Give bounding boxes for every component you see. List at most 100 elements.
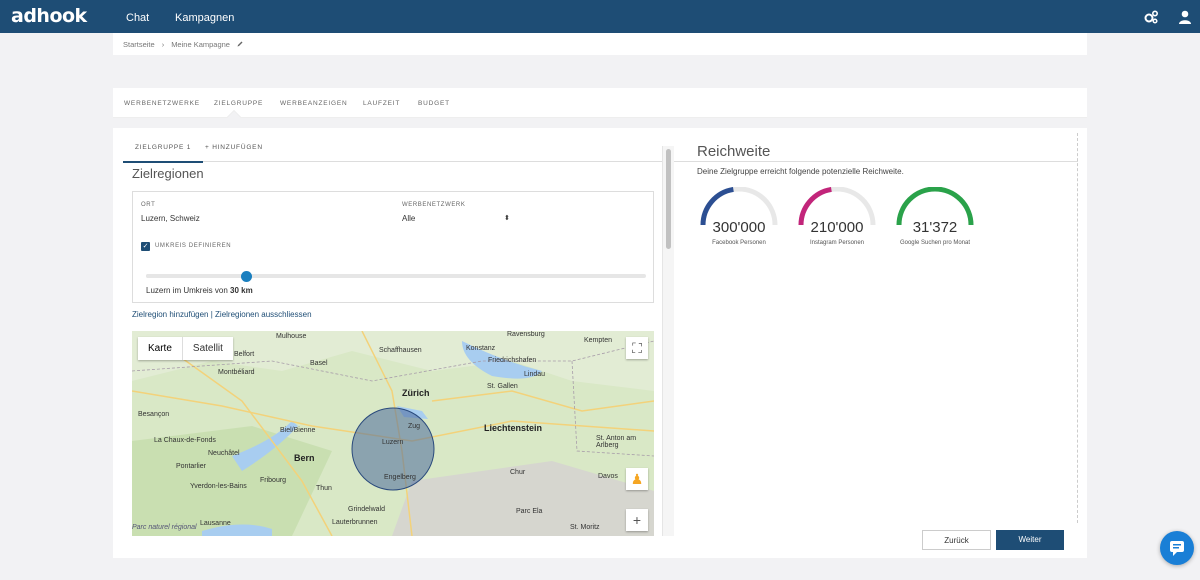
header-band bbox=[113, 55, 1087, 88]
map-label: Ravensburg bbox=[507, 331, 545, 338]
map-label: Zug bbox=[408, 423, 421, 430]
map-label: Luzern bbox=[382, 439, 404, 446]
top-bar: adhook Chat Kampagnen bbox=[0, 0, 1200, 33]
step-nav: Werbenetzwerke Zielgruppe Werbeanzeigen … bbox=[113, 88, 1087, 125]
tab-werbeanzeigen[interactable]: Werbeanzeigen bbox=[280, 100, 347, 107]
select-arrows-icon: ⬍ bbox=[504, 215, 510, 222]
region-links: Zielregion hinzufügen | Zielregionen aus… bbox=[132, 310, 312, 319]
network-select-value: Alle bbox=[402, 214, 416, 223]
map-label: Engelberg bbox=[384, 474, 416, 481]
map-label: Parc naturel régional bbox=[132, 524, 197, 531]
map-label: Schaffhausen bbox=[379, 347, 422, 354]
map-type-toggle: Karte Satellit bbox=[138, 337, 233, 360]
next-button[interactable]: Weiter bbox=[996, 530, 1064, 550]
gauge-value: 210'000 bbox=[810, 219, 864, 236]
ort-label: Ort bbox=[141, 202, 156, 208]
gauge-instagram: 210'000 Instagram Personen bbox=[797, 187, 877, 257]
regions-panel: Zielregionen Ort Luzern, Schweiz Werbene… bbox=[132, 166, 655, 536]
map-label: Lauterbrunnen bbox=[332, 519, 378, 526]
scrollbar[interactable] bbox=[662, 146, 674, 536]
map-label: Liechtenstein bbox=[484, 423, 543, 433]
map-label: Konstanz bbox=[466, 345, 496, 352]
nav-chat[interactable]: Chat bbox=[126, 12, 149, 24]
map-label: La Chaux-de-Fonds bbox=[154, 437, 216, 444]
chat-bubble-icon[interactable] bbox=[1160, 531, 1194, 565]
radius-slider-fill bbox=[146, 274, 246, 278]
column-divider bbox=[1077, 133, 1078, 523]
add-audience-button[interactable]: + Hinzufügen bbox=[205, 144, 263, 151]
map-label: Bern bbox=[294, 453, 315, 463]
breadcrumb-campaign[interactable]: Meine Kampagne bbox=[171, 40, 230, 49]
exclude-region-link[interactable]: Zielregionen ausschliessen bbox=[215, 310, 312, 319]
gauge-label: Google Suchen pro Monat bbox=[899, 240, 971, 246]
map[interactable]: Karte Satellit ⛶ ♟ + Mulhouse Schaffhaus… bbox=[132, 331, 654, 536]
scrollbar-thumb[interactable] bbox=[666, 149, 671, 249]
region-form: Ort Luzern, Schweiz Werbenetzwerk Alle ⬍… bbox=[132, 191, 654, 303]
nav-spacer bbox=[113, 118, 1087, 128]
breadcrumb-separator: › bbox=[161, 40, 165, 49]
map-label: Chur bbox=[510, 469, 526, 476]
map-type-karte[interactable]: Karte bbox=[138, 337, 183, 360]
pencil-icon[interactable] bbox=[237, 40, 243, 49]
map-label: Lausanne bbox=[200, 520, 231, 527]
tab-zielgruppe-1[interactable]: Zielgruppe 1 bbox=[123, 144, 204, 163]
fullscreen-icon[interactable]: ⛶ bbox=[626, 337, 648, 359]
gauge-label: Instagram Personen bbox=[809, 240, 865, 246]
map-label: Fribourg bbox=[260, 477, 287, 484]
map-label: Zürich bbox=[402, 388, 430, 398]
tab-laufzeit[interactable]: Laufzeit bbox=[363, 100, 400, 107]
map-label: Neuchâtel bbox=[208, 450, 240, 457]
reach-title: Reichweite bbox=[697, 143, 771, 160]
zoom-in-icon[interactable]: + bbox=[626, 509, 648, 531]
map-label: Besançon bbox=[138, 411, 170, 418]
map-label: Biel/Bienne bbox=[280, 427, 316, 434]
tab-budget[interactable]: Budget bbox=[418, 100, 450, 107]
map-label: Mulhouse bbox=[276, 333, 307, 340]
map-label: Belfort bbox=[234, 351, 255, 358]
radius-text: Luzern im Umkreis von 30 km bbox=[146, 286, 253, 295]
pegman-icon[interactable]: ♟ bbox=[626, 468, 648, 490]
radius-slider[interactable] bbox=[146, 271, 646, 282]
map-label: St. Gallen bbox=[487, 383, 518, 390]
radius-slider-thumb[interactable] bbox=[241, 271, 252, 282]
tab-zielgruppe[interactable]: Zielgruppe bbox=[214, 100, 263, 107]
map-label: St. Moritz bbox=[570, 524, 600, 531]
map-label: Davos bbox=[598, 473, 618, 480]
user-icon[interactable] bbox=[1177, 9, 1193, 25]
main-card: Startseite › Meine Kampagne Werbenetzwer… bbox=[113, 33, 1087, 558]
gears-icon[interactable] bbox=[1143, 9, 1159, 25]
back-button[interactable]: Zurück bbox=[922, 530, 991, 550]
map-label: Parc Ela bbox=[516, 508, 543, 515]
reach-description: Deine Zielgruppe erreicht folgende poten… bbox=[697, 167, 904, 176]
map-label: Friedrichshafen bbox=[488, 357, 537, 364]
logo[interactable]: adhook bbox=[11, 5, 87, 27]
add-region-link[interactable]: Zielregion hinzufügen bbox=[132, 310, 209, 319]
gauge-facebook: 300'000 Facebook Personen bbox=[699, 187, 779, 257]
gauge-label: Facebook Personen bbox=[712, 240, 766, 246]
radius-checkbox-label: Umkreis definieren bbox=[155, 243, 232, 249]
map-label: Grindelwald bbox=[348, 506, 385, 513]
map-type-satellit[interactable]: Satellit bbox=[183, 337, 233, 360]
nav-campaigns[interactable]: Kampagnen bbox=[175, 12, 234, 24]
gauge-value: 31'372 bbox=[912, 219, 958, 236]
breadcrumb-home[interactable]: Startseite bbox=[123, 40, 155, 49]
network-select[interactable]: Alle ⬍ bbox=[402, 214, 512, 223]
radius-checkbox[interactable]: ✓ bbox=[141, 242, 150, 251]
radius-prefix: Luzern im Umkreis von bbox=[146, 286, 231, 295]
gauge-google: 31'372 Google Suchen pro Monat bbox=[895, 187, 975, 257]
map-label: Lindau bbox=[524, 371, 546, 378]
map-label: Thun bbox=[316, 485, 332, 492]
map-label: St. Anton am Arlberg bbox=[596, 435, 637, 449]
tab-werbenetzwerke[interactable]: Werbenetzwerke bbox=[124, 100, 200, 107]
reach-panel: Reichweite Deine Zielgruppe erreicht fol… bbox=[697, 143, 1077, 523]
gauge-value: 300'000 bbox=[712, 219, 766, 236]
ort-input[interactable]: Luzern, Schweiz bbox=[141, 214, 200, 223]
map-background bbox=[132, 331, 654, 536]
map-label: Pontarlier bbox=[176, 463, 206, 470]
network-label: Werbenetzwerk bbox=[402, 202, 466, 208]
regions-title: Zielregionen bbox=[132, 166, 204, 181]
breadcrumb: Startseite › Meine Kampagne bbox=[123, 40, 243, 49]
map-label: Basel bbox=[310, 360, 328, 367]
map-label: Kempten bbox=[584, 337, 613, 344]
map-label: Montbéliard bbox=[218, 369, 255, 376]
